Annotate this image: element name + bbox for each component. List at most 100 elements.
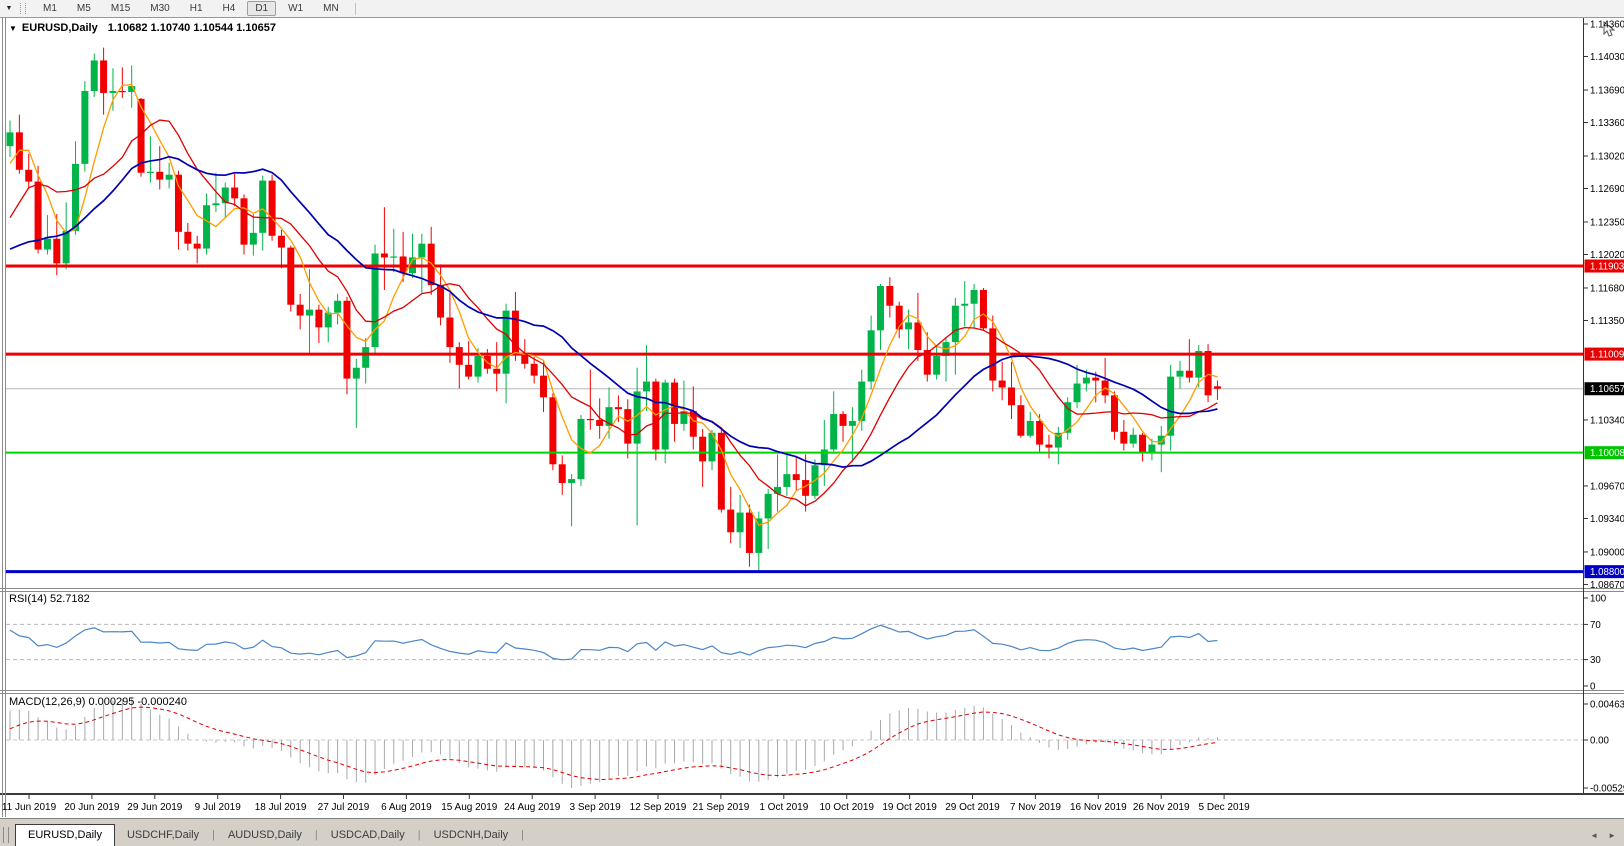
tab-usdcad[interactable]: USDCAD,Daily [319, 825, 417, 846]
chart-canvas[interactable]: 1.143601.140301.136901.133601.130201.126… [0, 0, 1624, 845]
tab-scroll-arrows: ◄► [1590, 831, 1616, 840]
candle-body [63, 231, 70, 264]
price-axis[interactable]: 1.143601.140301.136901.133601.130201.126… [1583, 18, 1624, 793]
candle-body [241, 198, 248, 244]
candle-body [1074, 384, 1081, 403]
chart-title-ohlc: 1.10682 1.10740 1.10544 1.10657 [108, 22, 276, 34]
candle-body [531, 364, 538, 376]
candle-body [699, 437, 706, 462]
ma-slow-line [10, 157, 1217, 467]
macd-scale-label: -0.00529 [1590, 784, 1624, 795]
candle-body [475, 356, 482, 377]
candle-body [278, 236, 285, 248]
candle-body [877, 286, 884, 330]
date-label: 9 Jul 2019 [195, 802, 242, 813]
candle-body [53, 239, 60, 264]
price-tick-label: 1.12350 [1590, 217, 1624, 228]
candle-body [203, 205, 210, 248]
main-chart-panel[interactable] [6, 48, 1583, 573]
candle-body [849, 421, 856, 426]
bid-price-badge-label: 1.10657 [1590, 384, 1624, 395]
hline-1.11903-badge-label: 1.11903 [1590, 262, 1624, 273]
date-label: 20 Jun 2019 [64, 802, 119, 813]
candle-body [1205, 351, 1212, 395]
candle-body [287, 248, 294, 305]
candle-body [390, 256, 397, 257]
hline-1.11009-badge-label: 1.11009 [1590, 350, 1624, 361]
tab-separator: | [315, 829, 318, 841]
date-label: 29 Jun 2019 [127, 802, 182, 813]
rsi-header: RSI(14) 52.7182 [9, 593, 90, 605]
candle-body [858, 382, 865, 421]
candle-body [25, 170, 32, 182]
tab-audusd[interactable]: AUDUSD,Daily [216, 825, 314, 846]
candle-body [615, 407, 622, 409]
macd-header: MACD(12,26,9) 0.000295 -0.000240 [9, 696, 187, 708]
ma-fast-line [10, 85, 1217, 526]
candle-body [737, 513, 744, 533]
candle-body [980, 290, 987, 328]
time-axis[interactable]: 11 Jun 201920 Jun 201929 Jun 20199 Jul 2… [2, 795, 1250, 813]
candle-body [774, 487, 781, 494]
candle-body [446, 318, 453, 348]
macd-panel[interactable]: 0.004630.00-0.00529 [6, 698, 1624, 795]
tab-separator: | [521, 829, 524, 841]
candle-body [297, 305, 304, 316]
price-tick-label: 1.12020 [1590, 250, 1624, 261]
candle-body [503, 311, 510, 374]
candle-body [886, 286, 893, 306]
candle-body [793, 474, 800, 480]
candle-body [1120, 432, 1127, 444]
tab-scroll-right-button[interactable]: ► [1608, 831, 1616, 840]
candle-body [914, 322, 921, 350]
rsi-scale-label: 100 [1590, 594, 1607, 605]
candle-body [746, 513, 753, 553]
candle-body [231, 188, 238, 199]
date-label: 15 Aug 2019 [441, 802, 498, 813]
price-tick-label: 1.09670 [1590, 481, 1624, 492]
candle-body [334, 301, 341, 313]
candle-body [1139, 435, 1146, 453]
candle-body [91, 60, 98, 91]
candle-body [1092, 378, 1099, 381]
candle-body [933, 356, 940, 375]
candle-body [1111, 395, 1118, 431]
candle-body [1177, 371, 1184, 377]
candle-body [81, 91, 88, 164]
candle-body [156, 172, 163, 180]
candle-body [1186, 371, 1193, 378]
candle-body [194, 244, 201, 249]
rsi-panel[interactable]: 10070300 [6, 594, 1607, 693]
price-tick-label: 1.13690 [1590, 85, 1624, 96]
candle-body [1045, 445, 1052, 448]
rsi-scale-label: 70 [1590, 620, 1601, 631]
tab-usdchf[interactable]: USDCHF,Daily [115, 825, 211, 846]
mt4-window: ▼M1M5M15M30H1H4D1W1MN 1.143601.140301.13… [0, 0, 1624, 845]
candle-body [418, 244, 425, 258]
candle-body [428, 244, 435, 285]
candle-body [465, 365, 472, 377]
candle-body [568, 479, 575, 483]
chart-title-symbol: EURUSD,Daily [22, 22, 98, 34]
date-label: 10 Oct 2019 [819, 802, 874, 813]
date-label: 27 Jul 2019 [318, 802, 370, 813]
tab-eurusd[interactable]: EURUSD,Daily [15, 824, 115, 846]
candle-body [166, 175, 173, 180]
price-tick-label: 1.09340 [1590, 514, 1624, 525]
candle-body [306, 310, 313, 316]
chart-title-dropdown-icon[interactable]: ▼ [9, 24, 17, 33]
tabbar-grip [3, 827, 9, 843]
candle-body [765, 494, 772, 519]
date-label: 16 Nov 2019 [1070, 802, 1127, 813]
chart-title: ▼ EURUSD,Daily 1.10682 1.10740 1.10544 1.1… [9, 22, 276, 34]
price-tick-label: 1.08670 [1590, 580, 1624, 591]
hline-1.10008-badge-label: 1.10008 [1590, 448, 1624, 459]
tab-usdcnh[interactable]: USDCNH,Daily [422, 825, 521, 846]
candle-body [343, 301, 350, 379]
candle-body [325, 313, 332, 328]
price-tick-label: 1.10340 [1590, 415, 1624, 426]
tab-scroll-left-button[interactable]: ◄ [1590, 831, 1598, 840]
candle-body [1167, 377, 1174, 436]
candle-body [1027, 421, 1034, 436]
candle-body [109, 91, 116, 93]
